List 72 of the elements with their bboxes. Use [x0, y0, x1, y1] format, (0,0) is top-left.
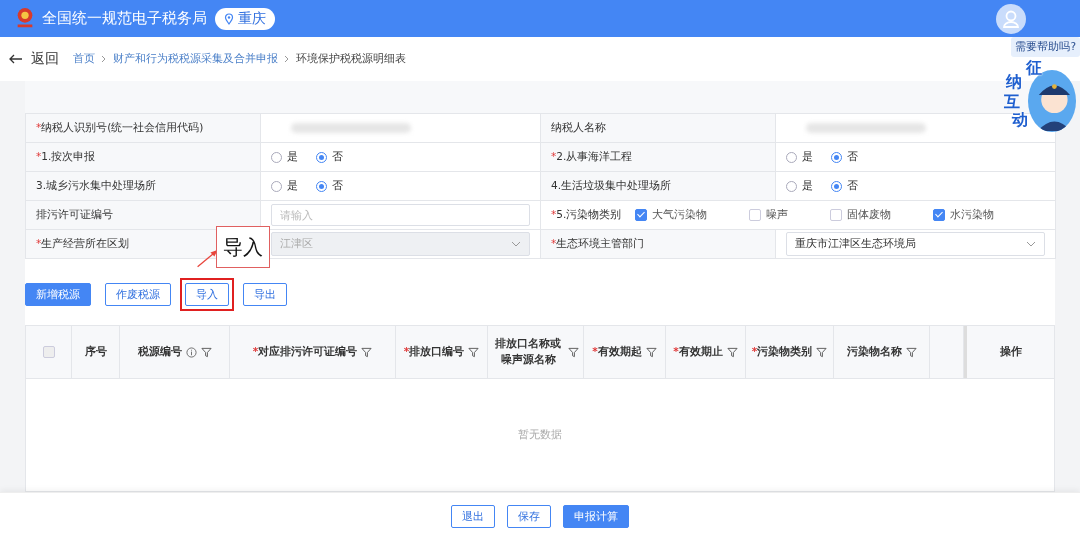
empty-message: 暂无数据	[518, 428, 562, 442]
radio-option[interactable]: 否	[831, 179, 858, 193]
action-button[interactable]: 新增税源	[25, 282, 91, 306]
annotation-tooltip: 导入	[216, 226, 270, 268]
breadcrumb-current: 环境保护税税源明细表	[296, 52, 406, 66]
field-label: *纳税人识别号(统一社会信用代码)	[36, 121, 204, 135]
filter-icon[interactable]	[361, 346, 373, 358]
column-header: *排放口编号	[403, 344, 465, 360]
filter-icon[interactable]	[568, 346, 579, 358]
info-icon	[185, 346, 197, 358]
field-label: 纳税人名称	[551, 121, 606, 135]
action-button[interactable]: 作废税源	[105, 282, 171, 306]
chevron-icon	[101, 55, 107, 63]
chevron-down-icon	[511, 241, 521, 247]
radio-option[interactable]: 否	[831, 150, 858, 164]
radio-option[interactable]: 是	[786, 150, 813, 164]
column-header: *污染物类别	[751, 344, 813, 360]
column-header: *有效期止	[673, 344, 723, 360]
select-all-checkbox[interactable]	[42, 346, 55, 358]
field-label: *生态环境主管部门	[551, 237, 645, 251]
footer-button[interactable]: 申报计算	[563, 504, 629, 528]
badge-character: 动	[1012, 110, 1028, 131]
field-label: 3.城乡污水集中处理场所	[36, 179, 157, 193]
chevron-icon	[284, 55, 290, 63]
column-header: *对应排污许可证编号	[252, 344, 358, 360]
checkbox-option[interactable]: 噪声	[749, 208, 789, 222]
badge-character: 征	[1026, 58, 1042, 79]
footer-button[interactable]: 退出	[451, 504, 495, 528]
location-icon	[224, 12, 234, 25]
field-label: 4.生活垃圾集中处理场所	[551, 179, 672, 193]
radio-option[interactable]: 是	[786, 179, 813, 193]
select-field[interactable]: 重庆市江津区生态环境局	[786, 232, 1045, 256]
back-arrow-icon	[9, 54, 23, 64]
radio-option[interactable]: 否	[316, 150, 343, 164]
region-button[interactable]: 重庆	[215, 7, 275, 30]
filter-icon[interactable]	[468, 346, 480, 358]
column-header: 税源编号	[137, 344, 182, 360]
column-header: 序号	[84, 344, 107, 360]
filter-icon[interactable]	[816, 346, 828, 358]
column-header: 操作	[999, 344, 1022, 360]
breadcrumb-link[interactable]: 财产和行为税税源采集及合并申报	[113, 52, 278, 66]
radio-option[interactable]: 是	[271, 179, 298, 193]
filter-icon[interactable]	[200, 346, 212, 358]
avatar-icon[interactable]	[996, 3, 1026, 34]
field-label: *2.从事海洋工程	[551, 150, 633, 164]
assistant-badge[interactable]: 征 纳 互 动	[1000, 58, 1078, 132]
text-input[interactable]: 请输入	[271, 204, 530, 226]
chevron-down-icon	[1026, 241, 1036, 247]
radio-option[interactable]: 否	[316, 179, 343, 193]
filter-icon[interactable]	[726, 346, 738, 358]
badge-character: 纳	[1006, 72, 1022, 93]
field-label: *1.按次申报	[36, 150, 96, 164]
back-button[interactable]: 返回	[9, 50, 59, 68]
site-title: 全国统一规范电子税务局	[42, 9, 207, 28]
help-bubble[interactable]: 需要帮助吗?	[1011, 37, 1080, 57]
column-header: 排放口名称或噪声源名称	[494, 336, 562, 367]
filter-icon[interactable]	[645, 346, 657, 358]
column-header: 污染物名称	[846, 344, 902, 360]
breadcrumb-link[interactable]: 首页	[73, 52, 95, 66]
field-label: *生产经营所在区划	[36, 237, 130, 251]
filter-icon[interactable]	[905, 346, 917, 358]
badge-character: 互	[1004, 92, 1020, 112]
column-header: *有效期起	[592, 344, 642, 360]
field-label: 排污许可证编号	[36, 208, 113, 222]
checkbox-option[interactable]: 固体废物	[830, 208, 892, 222]
checkbox-option[interactable]: 大气污染物	[635, 208, 708, 222]
field-label: *5.污染物类别	[551, 208, 622, 222]
footer-button[interactable]: 保存	[507, 504, 551, 528]
checkbox-option[interactable]: 水污染物	[933, 208, 995, 222]
action-button[interactable]: 导入	[185, 282, 229, 306]
radio-option[interactable]: 是	[271, 150, 298, 164]
action-button[interactable]: 导出	[243, 282, 287, 306]
